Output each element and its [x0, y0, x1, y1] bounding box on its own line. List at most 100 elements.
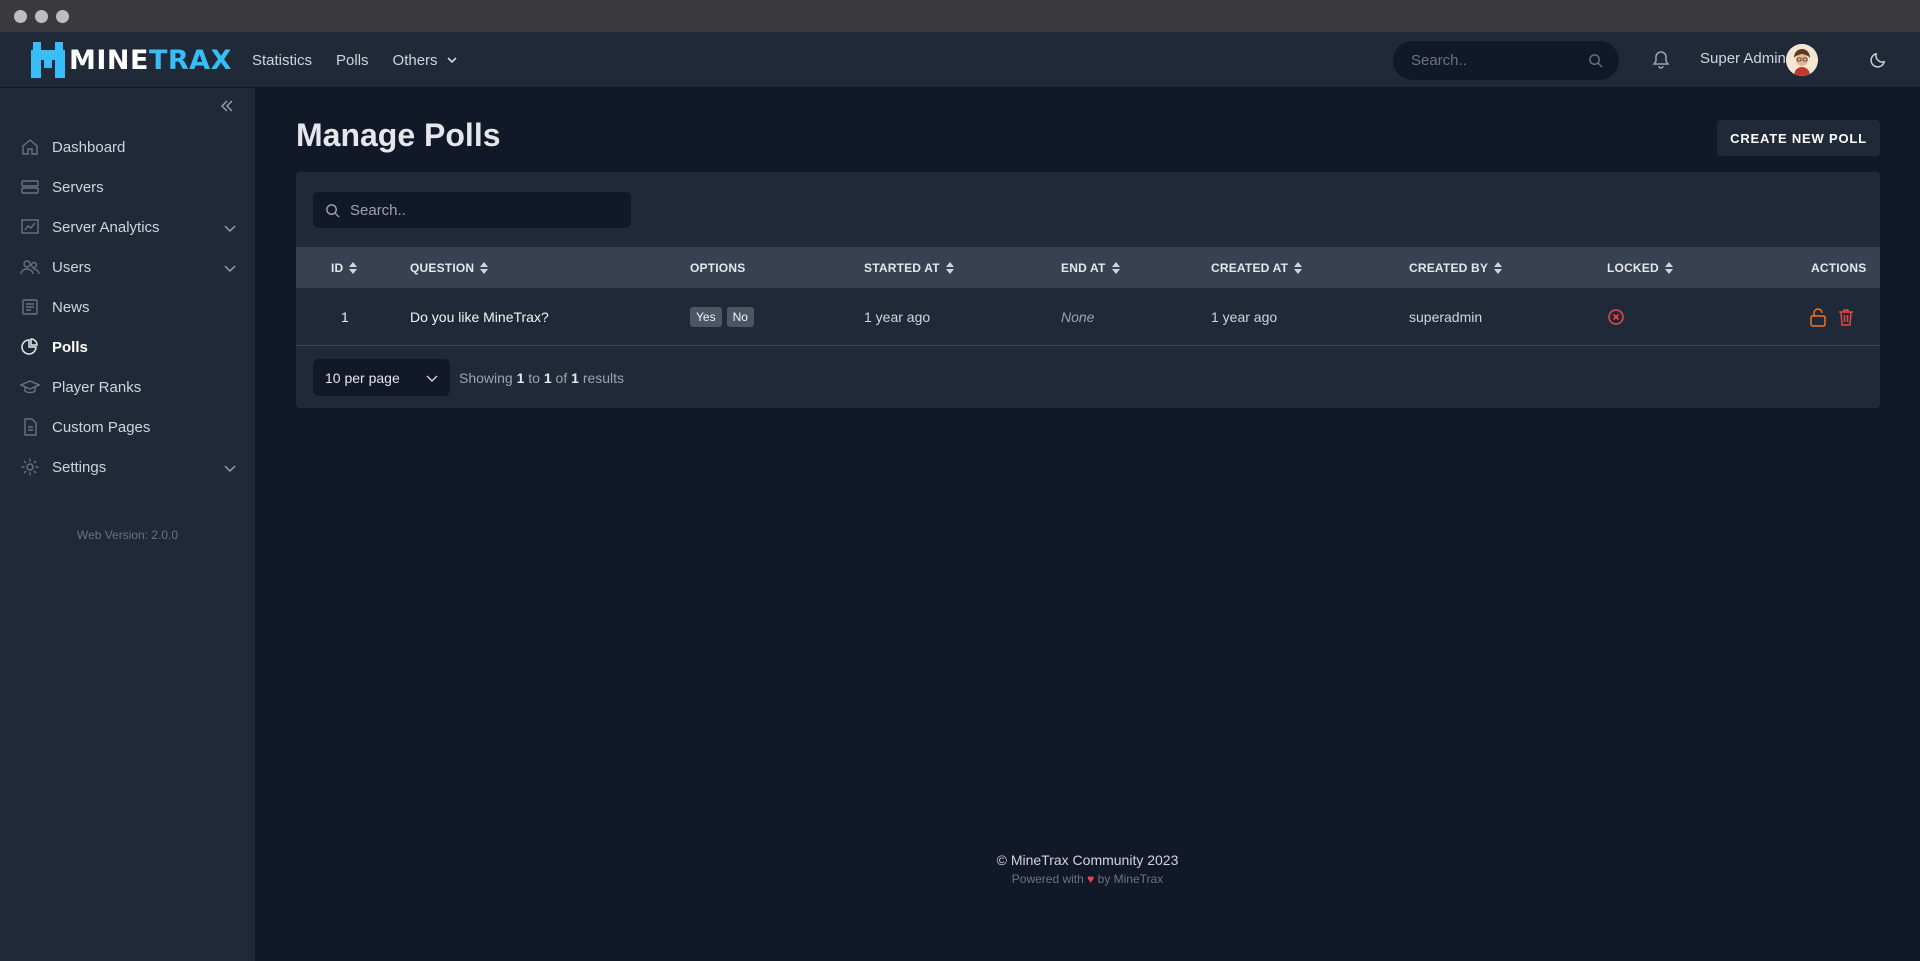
column-header-end-at[interactable]: END AT [1061, 247, 1120, 288]
per-page-select[interactable]: 10 per page [313, 359, 450, 396]
create-new-poll-button[interactable]: CREATE NEW POLL [1717, 120, 1880, 156]
chart-icon [21, 219, 39, 234]
pie-chart-icon [21, 338, 38, 355]
page-title: Manage Polls [296, 117, 501, 153]
avatar-image [1786, 44, 1818, 76]
pagination: 10 per page Showing 1 to 1 of 1 results [313, 359, 624, 396]
sidebar-item-player-ranks[interactable]: Player Ranks [20, 370, 236, 404]
sidebar-item-label: Polls [52, 338, 88, 356]
nav-dropdown-others[interactable]: Others [393, 52, 458, 69]
table-row: 1 Do you like MineTrax? Yes No 1 year ag… [296, 288, 1880, 346]
sort-icon [945, 261, 954, 274]
lock-open-icon[interactable] [1809, 307, 1827, 327]
sidebar-item-label: News [52, 298, 90, 316]
sidebar-item-label: Servers [52, 178, 104, 196]
brand-logo[interactable]: MINETRAX [31, 42, 232, 78]
column-header-question[interactable]: QUESTION [410, 247, 489, 288]
sidebar-item-servers[interactable]: Servers [20, 170, 236, 204]
dark-mode-toggle-icon[interactable] [1869, 50, 1888, 69]
window-close-button[interactable] [14, 9, 27, 23]
trash-icon[interactable] [1837, 307, 1855, 327]
column-header-started-at[interactable]: STARTED AT [864, 247, 954, 288]
sidebar: Dashboard Servers Server Analytics Users… [0, 88, 255, 961]
sidebar-item-server-analytics[interactable]: Server Analytics [20, 210, 236, 244]
brand-name: MINETRAX [69, 44, 232, 76]
cell-id: 1 [341, 309, 349, 325]
collapse-sidebar-icon[interactable] [219, 98, 235, 114]
window-minimize-button[interactable] [35, 9, 48, 23]
nav-link-polls[interactable]: Polls [336, 52, 369, 69]
column-header-label: LOCKED [1607, 260, 1659, 275]
chevron-down-icon [446, 57, 457, 64]
table-search [313, 192, 631, 228]
sidebar-item-label: Server Analytics [52, 218, 160, 236]
search-icon[interactable] [1588, 53, 1603, 68]
sidebar-item-polls[interactable]: Polls [20, 330, 236, 364]
nav-link-statistics[interactable]: Statistics [252, 52, 312, 69]
chevron-down-icon [224, 265, 236, 272]
footer-copyright: © MineTrax Community 2023 [996, 852, 1179, 868]
sidebar-item-label: Custom Pages [52, 418, 151, 436]
sort-icon [349, 261, 358, 274]
academic-cap-icon [20, 380, 40, 394]
cell-locked [1607, 288, 1625, 346]
chevron-down-icon [224, 225, 236, 232]
column-header-locked[interactable]: LOCKED [1607, 247, 1673, 288]
table-search-input[interactable] [350, 201, 620, 219]
sidebar-item-label: Users [52, 258, 92, 276]
sidebar-item-label: Settings [52, 458, 107, 476]
sidebar-item-news[interactable]: News [20, 290, 236, 324]
column-header-label: END AT [1061, 260, 1106, 275]
window-maximize-button[interactable] [56, 9, 69, 23]
column-header-label: ID [331, 260, 344, 275]
option-badge: No [726, 307, 754, 327]
web-version: Web Version: 2.0.0 [76, 528, 179, 542]
sidebar-item-label: Player Ranks [52, 378, 142, 396]
footer-powered-by: Powered with ♥ by MineTrax [1011, 872, 1164, 886]
column-header-label: QUESTION [410, 260, 475, 275]
server-icon [21, 180, 39, 194]
column-header-label: ACTIONS [1811, 260, 1867, 275]
table-header: ID QUESTION OPTIONS STARTED AT END AT CR… [296, 247, 1880, 288]
sort-icon [1494, 261, 1503, 274]
column-header-label: STARTED AT [864, 260, 940, 275]
avatar[interactable] [1786, 44, 1818, 76]
footer: © MineTrax Community 2023 Powered with ♥… [255, 852, 1920, 886]
cell-started-at: 1 year ago [864, 309, 931, 325]
notification-bell-icon[interactable] [1652, 50, 1670, 70]
sort-icon [1111, 261, 1120, 274]
home-icon [22, 139, 38, 155]
column-header-created-at[interactable]: CREATED AT [1211, 247, 1303, 288]
sort-icon [480, 261, 489, 274]
sidebar-item-custom-pages[interactable]: Custom Pages [20, 410, 236, 444]
window-titlebar [0, 0, 1920, 32]
nav-link-others-label: Others [392, 51, 438, 69]
column-header-label: OPTIONS [690, 260, 746, 275]
column-header-options: OPTIONS [690, 247, 745, 288]
users-icon [20, 260, 40, 275]
newspaper-icon [22, 299, 38, 315]
column-header-label: CREATED AT [1211, 260, 1289, 275]
cell-actions [1809, 288, 1855, 346]
cell-options: Yes No [690, 288, 759, 346]
user-menu-name[interactable]: Super Admin [1700, 50, 1786, 67]
per-page-value: 10 per page [325, 369, 400, 386]
sidebar-item-settings[interactable]: Settings [20, 450, 236, 484]
heart-icon: ♥ [1087, 872, 1095, 886]
sidebar-item-dashboard[interactable]: Dashboard [20, 130, 236, 164]
column-header-created-by[interactable]: CREATED BY [1409, 247, 1503, 288]
top-navbar: MINETRAX Statistics Polls Others Super A… [0, 32, 1920, 88]
chevron-down-icon [426, 375, 438, 382]
search-icon [326, 203, 340, 218]
cell-end-at: None [1061, 309, 1095, 325]
column-header-id[interactable]: ID [331, 247, 358, 288]
polls-table-card: ID QUESTION OPTIONS STARTED AT END AT CR… [296, 172, 1880, 408]
column-header-label: CREATED BY [1409, 260, 1489, 275]
sidebar-item-label: Dashboard [52, 138, 126, 156]
global-search [1393, 41, 1619, 80]
global-search-input[interactable] [1411, 52, 1581, 69]
sidebar-item-users[interactable]: Users [20, 250, 236, 284]
not-locked-x-circle-icon [1608, 309, 1624, 325]
sort-icon [1664, 261, 1673, 274]
cell-created-by: superadmin [1409, 309, 1483, 325]
